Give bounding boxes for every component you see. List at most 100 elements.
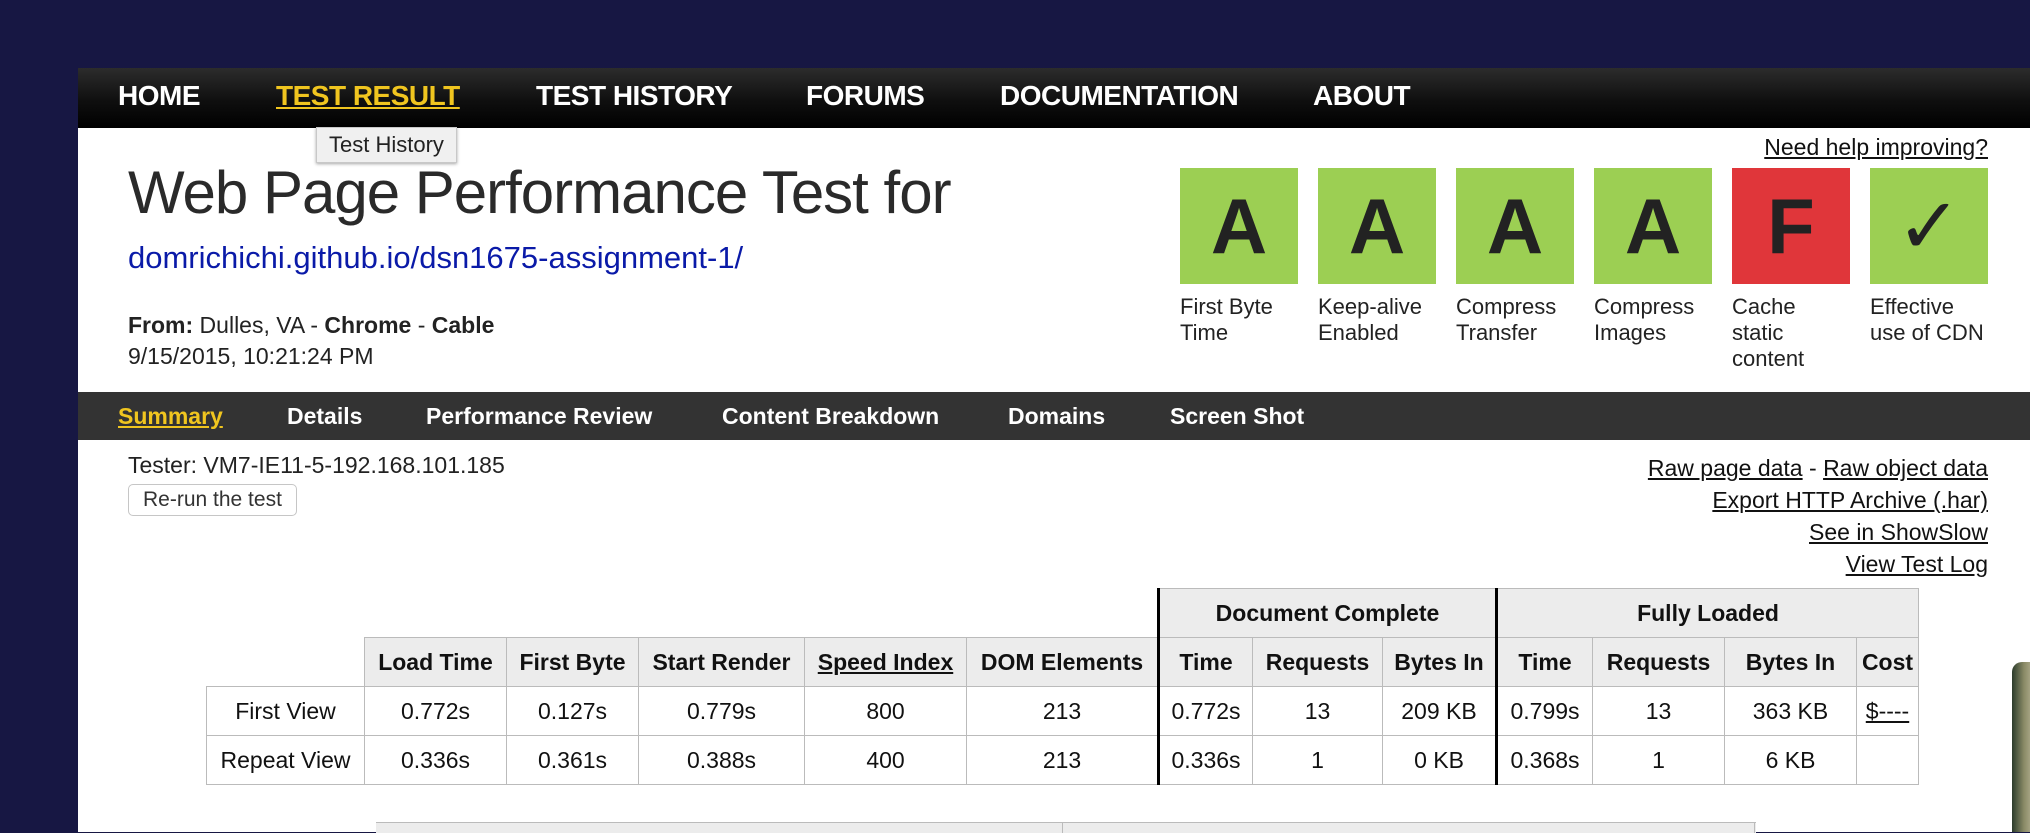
test-datetime: 9/15/2015, 10:21:24 PM: [128, 343, 374, 369]
group-header-fully-loaded: Fully Loaded: [1495, 588, 1919, 638]
col-full-requests: Requests: [1592, 637, 1725, 687]
tested-url-link[interactable]: domrichichi.github.io/dsn1675-assignment…: [128, 240, 743, 276]
tab-performance-review[interactable]: Performance Review: [426, 403, 652, 430]
table-cell: 6 KB: [1724, 735, 1857, 785]
test-location: From: Dulles, VA - Chrome - Cable: [128, 312, 494, 339]
table-cell: 213: [966, 735, 1159, 785]
table-cell: 13: [1592, 686, 1725, 736]
nav-test-result[interactable]: TEST RESULT: [276, 80, 460, 112]
table-cell: 209 KB: [1382, 686, 1497, 736]
grade-box[interactable]: A: [1318, 168, 1436, 284]
col-full-time: Time: [1495, 637, 1593, 687]
table-cell: 1: [1592, 735, 1725, 785]
need-help-link[interactable]: Need help improving?: [1764, 134, 1988, 161]
nav-test-history[interactable]: TEST HISTORY: [536, 80, 733, 112]
tab-details[interactable]: Details: [287, 403, 362, 430]
from-label: From:: [128, 312, 194, 338]
grade-box[interactable]: A: [1180, 168, 1298, 284]
table-cell: 0.799s: [1495, 686, 1593, 736]
col-doc-bytes-in: Bytes In: [1382, 637, 1497, 687]
table-cell: 13: [1252, 686, 1383, 736]
browser-text: Chrome: [324, 312, 412, 338]
group-header-document-complete: Document Complete: [1157, 588, 1497, 638]
table-cell: 0.336s: [1157, 735, 1253, 785]
tester-info: Tester: VM7-IE11-5-192.168.101.185: [128, 452, 505, 478]
table-cell: [1856, 735, 1919, 785]
grade-compress-images[interactable]: A Compress Images: [1594, 168, 1712, 346]
grade-label: Compress Transfer: [1456, 294, 1557, 345]
tab-screen-shot[interactable]: Screen Shot: [1170, 403, 1304, 430]
grade-box[interactable]: A: [1456, 168, 1574, 284]
nav-forums[interactable]: FORUMS: [806, 80, 925, 112]
table-cell: 0.127s: [506, 686, 639, 736]
showslow-link[interactable]: See in ShowSlow: [1809, 519, 1988, 545]
table-cell: 800: [804, 686, 967, 736]
raw-page-data-link[interactable]: Raw page data: [1648, 455, 1803, 481]
col-start-render: Start Render: [638, 637, 805, 687]
col-dom-elements: DOM Elements: [966, 637, 1159, 687]
table-cell: 0.368s: [1495, 735, 1593, 785]
separator-text: -: [411, 312, 432, 338]
cost-cell[interactable]: $----: [1856, 686, 1919, 736]
grade-box[interactable]: A: [1594, 168, 1712, 284]
table-cell: 363 KB: [1724, 686, 1857, 736]
grade-cache-static[interactable]: F Cache static content: [1732, 168, 1850, 372]
col-doc-requests: Requests: [1252, 637, 1383, 687]
group-header-row: Document Complete Fully Loaded: [206, 588, 1919, 638]
grade-label: Cache static content: [1732, 294, 1805, 371]
row-label: Repeat View: [206, 735, 365, 785]
table-cell: 0.779s: [638, 686, 805, 736]
raw-object-data-link[interactable]: Raw object data: [1823, 455, 1988, 481]
col-doc-time: Time: [1157, 637, 1253, 687]
tab-summary[interactable]: Summary: [118, 403, 223, 430]
grade-cdn[interactable]: ✓ Effective use of CDN: [1870, 168, 1988, 346]
col-speed-index[interactable]: Speed Index: [804, 637, 967, 687]
table-cell: 0.772s: [1157, 686, 1253, 736]
blank-cell: [206, 637, 365, 687]
table-cell: 0.336s: [364, 735, 507, 785]
grade-box[interactable]: F: [1732, 168, 1850, 284]
top-nav: HOME TEST RESULT TEST HISTORY FORUMS DOC…: [78, 68, 2030, 128]
table-cell: 0.361s: [506, 735, 639, 785]
cost-link[interactable]: $----: [1866, 698, 1909, 724]
table-cell: 1: [1252, 735, 1383, 785]
tab-domains[interactable]: Domains: [1008, 403, 1105, 430]
checkmark-icon[interactable]: ✓: [1870, 168, 1988, 284]
results-table: Document Complete Fully Loaded Load Time…: [206, 588, 1919, 785]
speed-index-link[interactable]: Speed Index: [818, 649, 953, 675]
view-test-log-link[interactable]: View Test Log: [1846, 551, 1988, 577]
nav-home[interactable]: HOME: [118, 80, 201, 112]
page-title: Web Page Performance Test for: [128, 159, 952, 226]
table-cell: 400: [804, 735, 967, 785]
grade-label: Compress Images: [1594, 294, 1695, 345]
grade-label: First Byte Time: [1180, 294, 1273, 345]
nav-about[interactable]: ABOUT: [1313, 80, 1411, 112]
col-first-byte: First Byte: [506, 637, 639, 687]
table-cell: 0.772s: [364, 686, 507, 736]
table-row-first-view: First View 0.772s 0.127s 0.779s 800 213 …: [206, 686, 1919, 736]
data-links: Raw page data - Raw object data Export H…: [1648, 452, 1988, 580]
column-header-row: Load Time First Byte Start Render Speed …: [206, 637, 1919, 687]
grade-label: Effective use of CDN: [1870, 294, 1984, 345]
col-load-time: Load Time: [364, 637, 507, 687]
grade-compress-transfer[interactable]: A Compress Transfer: [1456, 168, 1574, 346]
result-subnav: Summary Details Performance Review Conte…: [78, 392, 2030, 440]
connection-text: Cable: [431, 312, 495, 338]
location-text: Dulles, VA -: [193, 312, 325, 338]
rerun-test-button[interactable]: Re-run the test: [128, 484, 297, 516]
blank-cell: [206, 588, 1159, 638]
nav-documentation[interactable]: DOCUMENTATION: [1000, 80, 1239, 112]
export-har-link[interactable]: Export HTTP Archive (.har): [1712, 487, 1988, 513]
grade-keep-alive[interactable]: A Keep-alive Enabled: [1318, 168, 1436, 346]
link-separator: -: [1802, 455, 1824, 481]
table-row-repeat-view: Repeat View 0.336s 0.361s 0.388s 400 213…: [206, 735, 1919, 785]
grade-first-byte[interactable]: A First Byte Time: [1180, 168, 1298, 346]
col-full-bytes-in: Bytes In: [1724, 637, 1857, 687]
table-cell: 0 KB: [1382, 735, 1497, 785]
table-cell: 213: [966, 686, 1159, 736]
next-table-header: [376, 822, 1756, 833]
grade-label: Keep-alive Enabled: [1318, 294, 1422, 345]
table-cell: 0.388s: [638, 735, 805, 785]
tab-content-breakdown[interactable]: Content Breakdown: [722, 403, 939, 430]
row-label: First View: [206, 686, 365, 736]
